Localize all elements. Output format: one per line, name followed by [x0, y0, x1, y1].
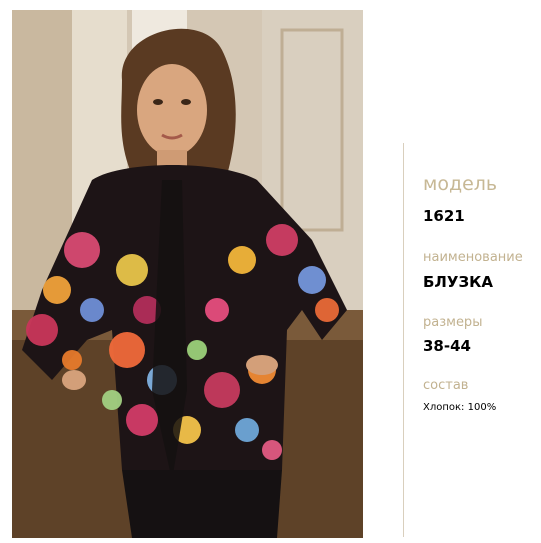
name-value: БЛУЗКА	[423, 273, 493, 291]
model-label: модель	[423, 173, 498, 195]
product-photo	[12, 10, 363, 538]
sizes-label: размеры	[423, 315, 483, 330]
composition-value: Хлопок: 100%	[423, 402, 497, 413]
composition-label: состав	[423, 378, 469, 393]
name-label: наименование	[423, 250, 523, 265]
model-photo-illustration	[12, 10, 363, 538]
sizes-value: 38-44	[423, 337, 471, 355]
product-card: модель 1621 наименование БЛУЗКА размеры …	[0, 0, 541, 543]
model-value: 1621	[423, 207, 465, 225]
vertical-divider	[403, 143, 404, 537]
